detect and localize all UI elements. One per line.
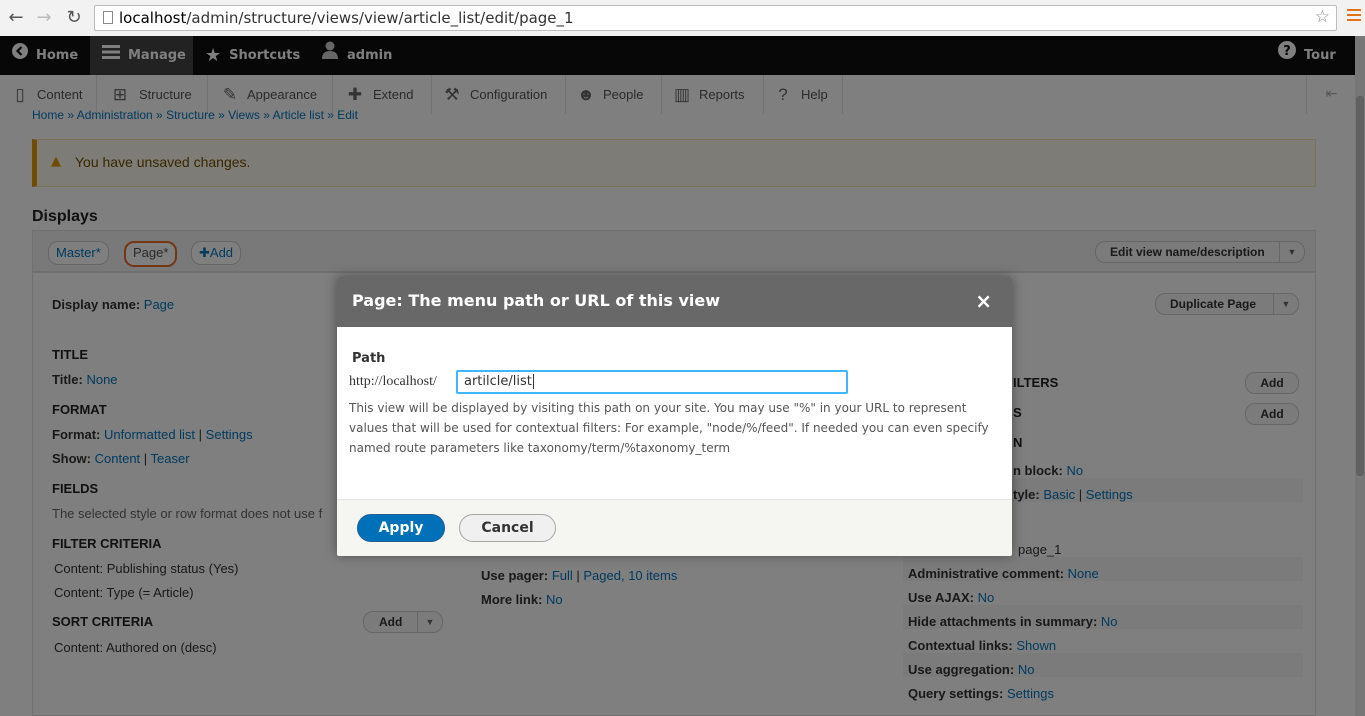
path-label: Path: [352, 351, 386, 366]
cancel-button[interactable]: Cancel: [459, 514, 556, 542]
path-dialog: Page: The menu path or URL of this view …: [337, 277, 1012, 556]
forward-arrow-icon[interactable]: →: [32, 6, 56, 30]
address-bar[interactable]: localhost/admin/structure/views/view/art…: [94, 5, 1337, 31]
browser-menu-icon[interactable]: [1347, 9, 1361, 24]
browser-chrome: ← → ↻ localhost/admin/structure/views/vi…: [0, 0, 1365, 37]
reload-icon[interactable]: ↻: [62, 6, 86, 30]
path-input[interactable]: artilcle/list: [456, 370, 848, 394]
close-icon[interactable]: ×: [975, 289, 992, 313]
bookmark-star-icon[interactable]: ☆: [1315, 7, 1330, 27]
path-description: This view will be displayed by visiting …: [349, 401, 989, 455]
page-icon: [103, 11, 113, 24]
url-text: localhost/admin/structure/views/view/art…: [119, 9, 574, 27]
dialog-footer: Apply Cancel: [337, 499, 1012, 556]
dialog-header: Page: The menu path or URL of this view …: [337, 277, 1012, 327]
dialog-title: Page: The menu path or URL of this view: [352, 291, 721, 310]
apply-button[interactable]: Apply: [357, 514, 445, 542]
back-arrow-icon[interactable]: ←: [4, 6, 28, 30]
path-prefix: http://localhost/: [349, 374, 437, 389]
